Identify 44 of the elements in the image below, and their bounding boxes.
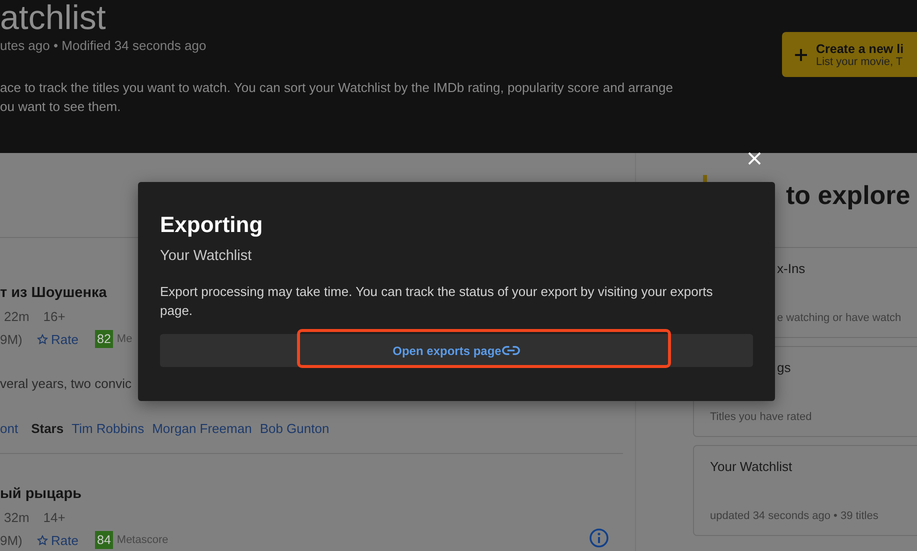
card-title: x-Ins: [777, 261, 806, 276]
dialog-subtitle: Your Watchlist: [160, 248, 253, 264]
metascore-badge: 82: [95, 330, 113, 348]
dialog-title: Exporting: [160, 212, 264, 238]
card-subtitle: e watching or have watch: [777, 312, 902, 324]
info-icon[interactable]: [589, 528, 609, 548]
dialog-message: Export processing may take time. You can track the status of your export by visiting your exports page.: [160, 283, 714, 320]
create-list-label: Create a new li: [816, 42, 904, 56]
runtime: 22m: [4, 309, 30, 324]
age-rating: 16+: [43, 309, 66, 324]
person-link[interactable]: ont: [0, 421, 18, 436]
runtime: 32m: [4, 510, 30, 525]
vote-count: 9M): [0, 532, 24, 548]
star-icon: [37, 534, 48, 546]
create-list-button[interactable]: Create a new li List your movie, T: [782, 32, 917, 77]
list-description: ace to track the titles you want to watch. You can sort your Watchlist by the IMDb rating, popularity score and arrange: [0, 80, 673, 95]
plus-icon: [794, 48, 808, 62]
create-list-hint: List your movie, T: [816, 56, 903, 68]
rate-button[interactable]: Rate: [37, 332, 95, 346]
card-title: gs: [777, 360, 791, 375]
section-heading: to explore: [786, 180, 910, 211]
open-exports-button[interactable]: Open exports page: [160, 334, 753, 367]
rate-button[interactable]: Rate: [37, 532, 95, 548]
vote-count: 9M): [0, 332, 24, 346]
card-subtitle: updated 34 seconds ago • 39 titles: [710, 510, 878, 522]
page-title: atchlist: [0, 0, 107, 36]
card-title: Your Watchlist: [710, 459, 792, 474]
person-link[interactable]: Bob Gunton: [260, 421, 330, 436]
age-rating: 14+: [43, 510, 66, 525]
list-description: ou want to see them.: [0, 99, 122, 114]
close-icon[interactable]: [748, 152, 761, 165]
list-card[interactable]: Your Watchlist updated 34 seconds ago • 39 titles: [693, 445, 917, 536]
plot-summary: veral years, two convic: [0, 376, 132, 391]
card-subtitle: Titles you have rated: [710, 411, 812, 423]
link-icon: [502, 345, 520, 356]
credits-label: Stars: [31, 421, 64, 436]
metascore-label: Me: [116, 333, 132, 345]
star-icon: [37, 334, 48, 344]
list-meta: utes ago • Modified 34 seconds ago: [0, 38, 208, 53]
movie-title[interactable]: ый рыцарь: [0, 486, 623, 502]
person-link[interactable]: Tim Robbins: [72, 421, 144, 436]
metascore-label: Metascore: [116, 534, 168, 546]
person-link[interactable]: Morgan Freeman: [152, 421, 252, 436]
metascore-badge: 84: [95, 531, 113, 549]
